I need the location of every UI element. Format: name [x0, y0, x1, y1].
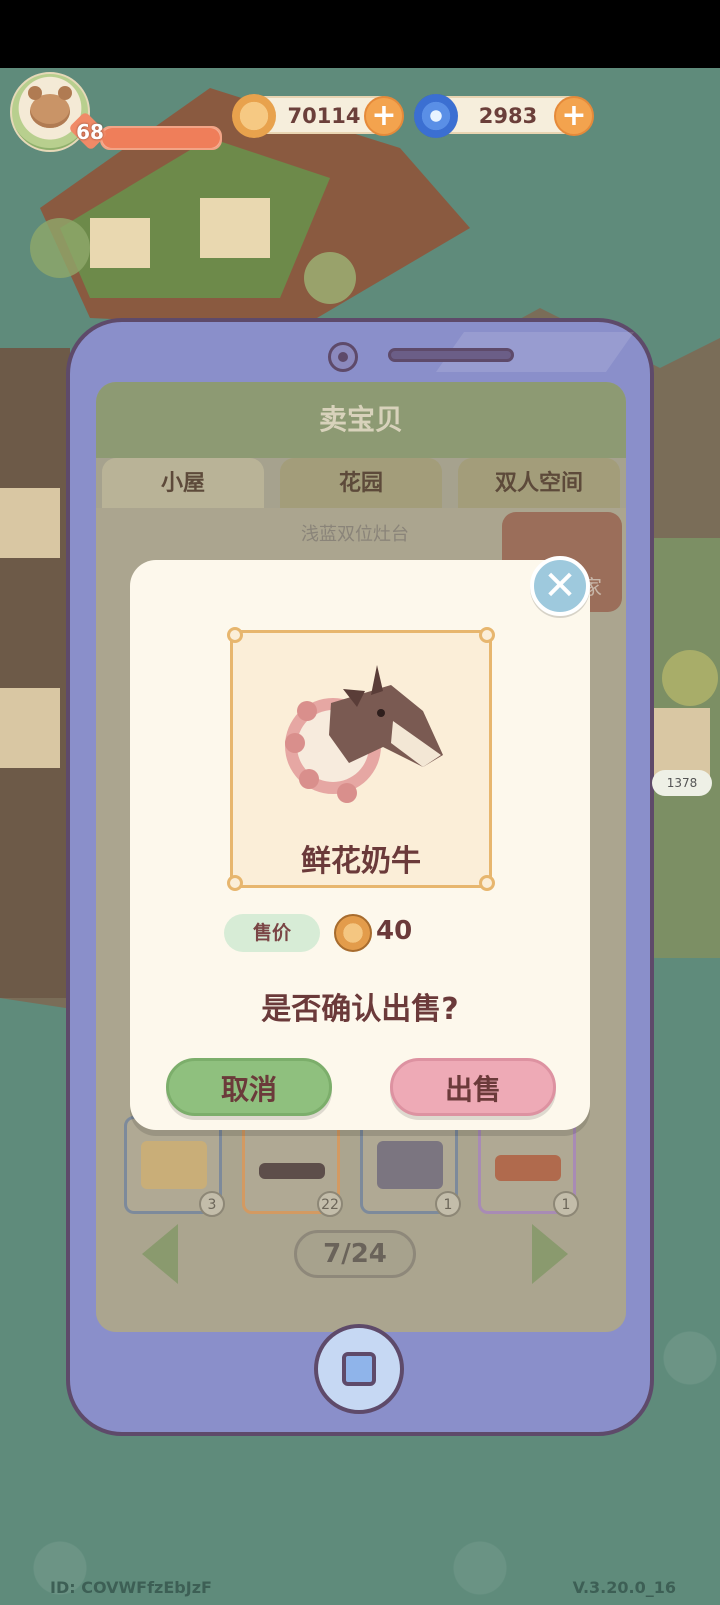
- level-text: 68: [76, 120, 104, 144]
- player-id: ID: COVWFfzEbJzF: [50, 1578, 212, 1597]
- item-count: 22: [317, 1191, 343, 1217]
- version-label: V.3.20.0_16: [572, 1578, 676, 1597]
- frame-corner: [479, 627, 495, 643]
- next-page-arrow[interactable]: [532, 1224, 568, 1284]
- price-value: 40: [376, 916, 413, 946]
- side-count-badge: 1378: [652, 770, 712, 796]
- tab-cabin[interactable]: 小屋: [102, 458, 264, 508]
- phone-speaker: [388, 348, 514, 362]
- board-thumb: [259, 1163, 325, 1179]
- xp-bar-fill: [102, 128, 220, 148]
- tab-duo-space[interactable]: 双人空间: [458, 458, 620, 508]
- item-count: 1: [553, 1191, 579, 1217]
- cancel-button[interactable]: 取消: [166, 1058, 332, 1116]
- coin-icon: [334, 914, 372, 952]
- item-count: 1: [435, 1191, 461, 1217]
- sell-button[interactable]: 出售: [390, 1058, 556, 1116]
- frame-corner: [227, 627, 243, 643]
- bg-item-name: 浅蓝双位灶台: [301, 524, 409, 545]
- confirm-question: 是否确认出售?: [261, 992, 459, 1027]
- coin-amount: 70114: [287, 104, 361, 128]
- coin-icon: [232, 94, 276, 138]
- inventory-card-curtain[interactable]: 3: [124, 1116, 225, 1217]
- inventory-card-frame[interactable]: 1: [360, 1116, 461, 1217]
- coin-counter: 70114 +: [232, 94, 404, 138]
- phone-camera: [328, 342, 358, 372]
- panel-title: 卖宝贝: [96, 382, 626, 458]
- gem-amount: 2983: [478, 104, 538, 128]
- frame-thumb: [377, 1141, 443, 1189]
- phone-home-button[interactable]: [314, 1324, 404, 1414]
- item-count: 3: [199, 1191, 225, 1217]
- page-indicator: 7/24: [294, 1230, 416, 1278]
- inventory-card-brick[interactable]: 1: [478, 1116, 579, 1217]
- price-label: 售价: [224, 914, 320, 952]
- item-name: 鲜花奶牛: [301, 844, 421, 879]
- swirl-gem-icon: [414, 94, 458, 138]
- inventory-card-board[interactable]: 22: [242, 1116, 343, 1217]
- close-icon[interactable]: ✕: [530, 556, 590, 616]
- gem-counter: 2983 +: [414, 94, 594, 138]
- tab-garden[interactable]: 花园: [280, 458, 442, 508]
- add-gems-button[interactable]: +: [554, 96, 594, 136]
- add-coins-button[interactable]: +: [364, 96, 404, 136]
- prev-page-arrow[interactable]: [142, 1224, 178, 1284]
- status-bar: [0, 0, 720, 68]
- brick-thumb: [495, 1155, 561, 1181]
- xp-bar: [100, 126, 222, 150]
- curtain-thumb: [141, 1141, 207, 1189]
- bear-avatar-icon: [28, 86, 72, 128]
- flower-cow-icon: [285, 665, 443, 803]
